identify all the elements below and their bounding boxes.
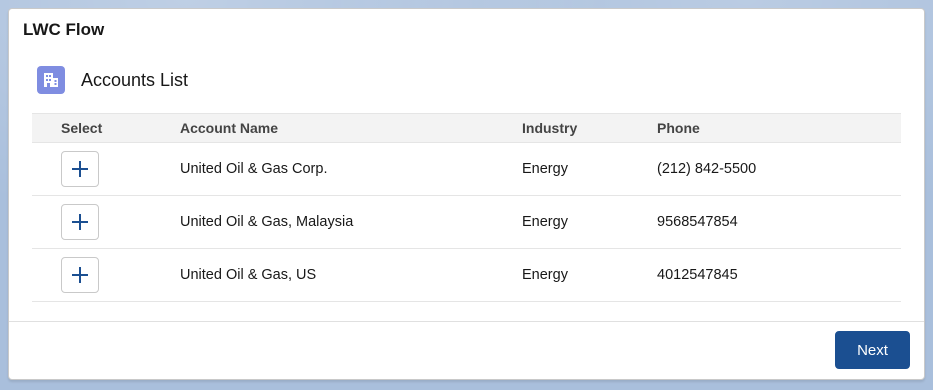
list-header: Accounts List bbox=[37, 66, 188, 94]
industry-cell: Energy bbox=[522, 161, 568, 177]
next-button[interactable]: Next bbox=[835, 331, 910, 369]
select-cell bbox=[32, 204, 180, 240]
account-name-cell: United Oil & Gas Corp. bbox=[180, 161, 328, 177]
phone-cell: 4012547845 bbox=[657, 267, 738, 283]
flow-card: LWC Flow Accounts List Select Account Na… bbox=[8, 8, 925, 380]
select-row-button[interactable] bbox=[61, 204, 99, 240]
industry-cell: Energy bbox=[522, 214, 568, 230]
select-cell bbox=[32, 151, 180, 187]
table-header: Select Account Name Industry Phone bbox=[32, 113, 901, 143]
account-name-cell: United Oil & Gas, Malaysia bbox=[180, 214, 354, 230]
table-row: United Oil & Gas, Malaysia Energy 956854… bbox=[32, 196, 901, 249]
accounts-table: Select Account Name Industry Phone Unite… bbox=[32, 113, 901, 302]
column-header-phone: Phone bbox=[657, 120, 700, 136]
phone-cell: (212) 842-5500 bbox=[657, 161, 757, 177]
select-row-button[interactable] bbox=[61, 151, 99, 187]
column-header-industry: Industry bbox=[522, 120, 578, 136]
flow-title: LWC Flow bbox=[23, 20, 105, 39]
column-header-select: Select bbox=[61, 120, 103, 136]
plus-icon bbox=[72, 161, 88, 177]
table-row: United Oil & Gas Corp. Energy (212) 842-… bbox=[32, 143, 901, 196]
plus-icon bbox=[72, 267, 88, 283]
select-cell bbox=[32, 257, 180, 293]
column-header-account-name: Account Name bbox=[180, 120, 279, 136]
flow-footer: Next bbox=[9, 321, 924, 379]
table-row: United Oil & Gas, US Energy 4012547845 bbox=[32, 249, 901, 302]
select-row-button[interactable] bbox=[61, 257, 99, 293]
account-building-icon bbox=[37, 66, 65, 94]
industry-cell: Energy bbox=[522, 267, 568, 283]
account-name-cell: United Oil & Gas, US bbox=[180, 267, 317, 283]
phone-cell: 9568547854 bbox=[657, 214, 738, 230]
plus-icon bbox=[72, 214, 88, 230]
list-title: Accounts List bbox=[81, 69, 189, 90]
